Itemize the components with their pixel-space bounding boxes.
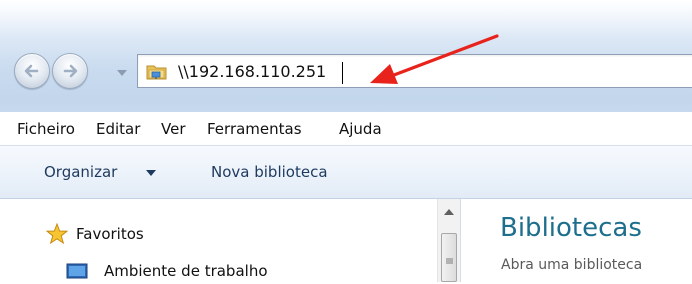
red-annotation-arrow xyxy=(370,34,499,84)
menu-item-help[interactable]: Ajuda xyxy=(339,120,382,138)
menu-item-tools[interactable]: Ferramentas xyxy=(207,120,302,138)
menu-bar: Ficheiro Editar Ver Ferramentas Ajuda xyxy=(0,112,692,146)
star-icon xyxy=(46,223,68,245)
desktop-icon xyxy=(66,263,88,279)
scrollbar-thumb[interactable] xyxy=(441,233,457,282)
scroll-up-icon[interactable] xyxy=(444,207,454,215)
back-arrow-icon xyxy=(24,64,39,78)
menu-item-file[interactable]: Ficheiro xyxy=(17,120,75,138)
new-library-button[interactable]: Nova biblioteca xyxy=(211,163,328,181)
nav-item-label: Ambiente de trabalho xyxy=(104,262,268,280)
page-subtitle: Abra uma biblioteca xyxy=(501,257,643,273)
nav-item-favorites[interactable]: Favoritos xyxy=(46,223,246,247)
window-chrome: \\192.168.110.251 xyxy=(0,0,692,112)
vertical-scrollbar[interactable] xyxy=(437,199,460,282)
nav-item-desktop[interactable]: Ambiente de trabalho xyxy=(66,260,326,284)
chevron-down-icon xyxy=(146,170,156,176)
text-cursor xyxy=(342,62,343,84)
nav-item-label: Favoritos xyxy=(76,225,144,243)
menu-item-view[interactable]: Ver xyxy=(161,120,186,138)
back-button[interactable] xyxy=(14,53,50,89)
forward-button[interactable] xyxy=(52,53,88,89)
chevron-down-icon xyxy=(117,70,127,76)
organize-button[interactable]: Organizar xyxy=(44,163,117,181)
command-bar: Organizar Nova biblioteca xyxy=(0,146,692,199)
address-path-text[interactable]: \\192.168.110.251 xyxy=(178,61,326,83)
forward-arrow-icon xyxy=(63,64,78,78)
recent-pages-dropdown[interactable] xyxy=(116,66,128,80)
navigation-pane: Favoritos Ambiente de trabalho xyxy=(0,199,460,282)
grip-icon xyxy=(446,258,453,264)
content-pane: Bibliotecas Abra uma biblioteca xyxy=(461,199,692,282)
page-title: Bibliotecas xyxy=(500,213,642,243)
menu-item-edit[interactable]: Editar xyxy=(96,120,140,138)
network-folder-icon xyxy=(146,65,167,80)
